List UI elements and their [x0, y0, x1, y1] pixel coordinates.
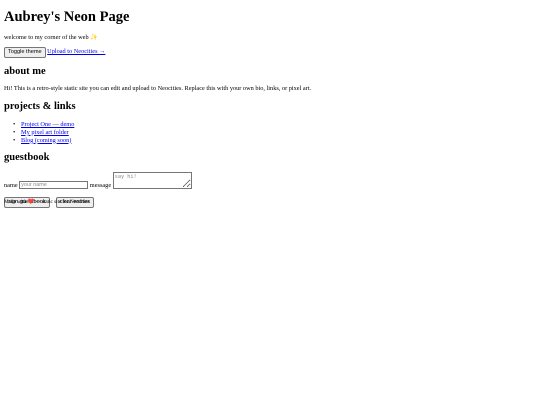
page-title: Aubrey's Neon Page	[4, 9, 130, 25]
name-input[interactable]	[19, 180, 89, 189]
guestbook-heading: guestbook	[4, 152, 50, 163]
list-item: Blog (coming soon)	[4, 137, 74, 145]
toggle-theme-button[interactable]: Toggle theme	[4, 47, 46, 58]
guestbook-form: name message	[4, 172, 192, 189]
message-label: message	[89, 182, 112, 189]
upload-to-neocities-link[interactable]: Upload to Neocities →	[47, 48, 105, 55]
list-item: My pixel art folder	[4, 129, 74, 137]
tagline: welcome to my corner of the web ✨	[4, 33, 98, 41]
toolbar: Toggle theme Upload to Neocities →	[4, 47, 105, 58]
blog-link[interactable]: Blog (coming soon)	[21, 137, 71, 144]
name-label: name	[4, 182, 18, 189]
heart-icon: ❤️	[27, 199, 35, 205]
about-heading: about me	[4, 66, 46, 77]
about-text: Hi! This is a retro-style static site yo…	[4, 85, 312, 92]
projects-heading: projects & links	[4, 101, 76, 112]
tagline-text: welcome to my corner of the web	[4, 34, 89, 41]
pixel-art-folder-link[interactable]: My pixel art folder	[21, 129, 69, 136]
footer-suffix: — static site for Neocities	[35, 199, 90, 205]
list-item: Project One — demo	[4, 121, 74, 129]
project-one-link[interactable]: Project One — demo	[21, 121, 74, 128]
message-textarea[interactable]	[112, 172, 192, 189]
projects-link-list: Project One — demo My pixel art folder B…	[4, 121, 74, 144]
sparkle-icon: ✨	[90, 34, 99, 41]
footer-prefix: Made with	[4, 199, 27, 205]
footer: Made with ❤️ — static site for Neocities	[4, 199, 90, 205]
